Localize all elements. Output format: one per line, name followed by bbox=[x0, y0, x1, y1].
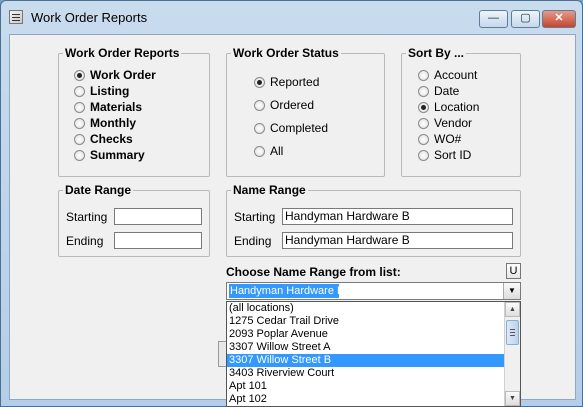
dropdown-list-item[interactable]: Apt 101 bbox=[227, 380, 505, 393]
radio-button-icon[interactable] bbox=[74, 85, 85, 97]
app-icon bbox=[9, 10, 23, 24]
radio-button-icon[interactable] bbox=[418, 149, 429, 161]
chevron-down-icon[interactable]: ▼ bbox=[503, 283, 520, 299]
sort-option-vendor[interactable]: Vendor bbox=[418, 116, 472, 130]
radio-button-icon[interactable] bbox=[254, 99, 265, 111]
date-starting-input[interactable] bbox=[114, 208, 202, 225]
scroll-thumb[interactable] bbox=[506, 320, 519, 345]
sort-option-wo-[interactable]: WO# bbox=[418, 132, 461, 146]
date-starting-label: Starting bbox=[66, 210, 108, 224]
window-title: Work Order Reports bbox=[31, 10, 148, 25]
status-option-reported[interactable]: Reported bbox=[254, 75, 319, 89]
scroll-up-icon[interactable]: ▲ bbox=[505, 302, 520, 317]
status-option-label: All bbox=[270, 144, 284, 158]
radio-button-icon[interactable] bbox=[418, 85, 429, 97]
u-button[interactable]: U bbox=[506, 263, 521, 279]
sort-option-account[interactable]: Account bbox=[418, 68, 477, 82]
dropdown-list-item[interactable]: (all locations) bbox=[227, 302, 505, 315]
sort-option-label: Date bbox=[434, 84, 460, 98]
sort-option-sort-id[interactable]: Sort ID bbox=[418, 148, 471, 162]
reports-option-label: Summary bbox=[90, 148, 145, 162]
dropdown-list-item[interactable]: 3307 Willow Street B bbox=[227, 354, 505, 367]
reports-option-label: Work Order bbox=[90, 68, 156, 82]
reports-option-label: Listing bbox=[90, 84, 130, 98]
status-option-label: Reported bbox=[270, 75, 320, 89]
dropdown-scrollbar[interactable]: ▲ ▼ bbox=[504, 302, 520, 406]
reports-option-label: Monthly bbox=[90, 116, 136, 130]
name-ending-label: Ending bbox=[234, 234, 272, 248]
name-ending-input[interactable]: Handyman Hardware B bbox=[282, 232, 513, 249]
reports-option-monthly[interactable]: Monthly bbox=[74, 116, 136, 130]
reports-legend: Work Order Reports bbox=[65, 46, 180, 60]
radio-button-icon[interactable] bbox=[418, 101, 429, 113]
radio-button-icon[interactable] bbox=[254, 122, 265, 134]
radio-button-icon[interactable] bbox=[74, 117, 85, 129]
sort-option-label: Location bbox=[434, 100, 480, 114]
choose-name-range-label: Choose Name Range from list: bbox=[226, 265, 401, 279]
maximize-button[interactable]: ▢ bbox=[511, 10, 540, 28]
dropdown-list-item[interactable]: 3307 Willow Street A bbox=[227, 341, 505, 354]
radio-button-icon[interactable] bbox=[254, 145, 265, 157]
dropdown-list-item[interactable]: Apt 102 bbox=[227, 393, 505, 406]
reports-option-label: Checks bbox=[90, 132, 133, 146]
name-starting-label: Starting bbox=[234, 210, 276, 224]
reports-option-materials[interactable]: Materials bbox=[74, 100, 142, 114]
reports-option-work-order[interactable]: Work Order bbox=[74, 68, 156, 82]
sort-option-label: Sort ID bbox=[434, 148, 472, 162]
title-bar[interactable]: Work Order Reports — ▢ ✕ bbox=[1, 1, 582, 33]
date-range-legend: Date Range bbox=[65, 183, 132, 197]
name-starting-input[interactable]: Handyman Hardware B bbox=[282, 208, 513, 225]
scroll-down-icon[interactable]: ▼ bbox=[505, 391, 520, 406]
sort-option-date[interactable]: Date bbox=[418, 84, 459, 98]
name-range-legend: Name Range bbox=[233, 183, 306, 197]
radio-button-icon[interactable] bbox=[418, 117, 429, 129]
radio-button-icon[interactable] bbox=[74, 69, 85, 81]
radio-button-icon[interactable] bbox=[74, 149, 85, 161]
status-option-all[interactable]: All bbox=[254, 144, 283, 158]
app-window: Work Order Reports — ▢ ✕ Work Order Repo… bbox=[0, 0, 583, 407]
dropdown-list-item[interactable]: 1275 Cedar Trail Drive bbox=[227, 315, 505, 328]
radio-button-icon[interactable] bbox=[254, 76, 265, 88]
status-legend: Work Order Status bbox=[233, 46, 339, 60]
name-range-combobox[interactable]: Handyman Hardware B ▼ bbox=[226, 282, 521, 300]
reports-option-summary[interactable]: Summary bbox=[74, 148, 145, 162]
status-option-label: Completed bbox=[270, 121, 329, 135]
radio-button-icon[interactable] bbox=[418, 69, 429, 81]
status-option-ordered[interactable]: Ordered bbox=[254, 98, 314, 112]
combobox-selected-value: Handyman Hardware B bbox=[229, 284, 345, 298]
dropdown-list-item[interactable]: 2093 Poplar Avenue bbox=[227, 328, 505, 341]
close-button[interactable]: ✕ bbox=[542, 10, 576, 28]
reports-option-label: Materials bbox=[90, 100, 143, 114]
sort-option-label: Vendor bbox=[434, 116, 473, 130]
name-range-dropdown-list[interactable]: (all locations) 1275 Cedar Trail Drive 209… bbox=[226, 301, 521, 407]
client-area: Work Order Reports Work Order Listing Mate… bbox=[9, 34, 576, 407]
sort-option-label: Account bbox=[434, 68, 478, 82]
dropdown-list-item[interactable]: 3403 Riverview Court bbox=[227, 367, 505, 380]
reports-option-checks[interactable]: Checks bbox=[74, 132, 133, 146]
minimize-button[interactable]: — bbox=[479, 10, 508, 28]
status-option-label: Ordered bbox=[270, 98, 315, 112]
date-ending-input[interactable] bbox=[114, 232, 202, 249]
radio-button-icon[interactable] bbox=[418, 133, 429, 145]
sort-option-label: WO# bbox=[434, 132, 462, 146]
sort-legend: Sort By ... bbox=[408, 46, 465, 60]
radio-button-icon[interactable] bbox=[74, 133, 85, 145]
date-ending-label: Ending bbox=[66, 234, 104, 248]
reports-option-listing[interactable]: Listing bbox=[74, 84, 129, 98]
radio-button-icon[interactable] bbox=[74, 101, 85, 113]
sort-option-location[interactable]: Location bbox=[418, 100, 479, 114]
status-option-completed[interactable]: Completed bbox=[254, 121, 328, 135]
